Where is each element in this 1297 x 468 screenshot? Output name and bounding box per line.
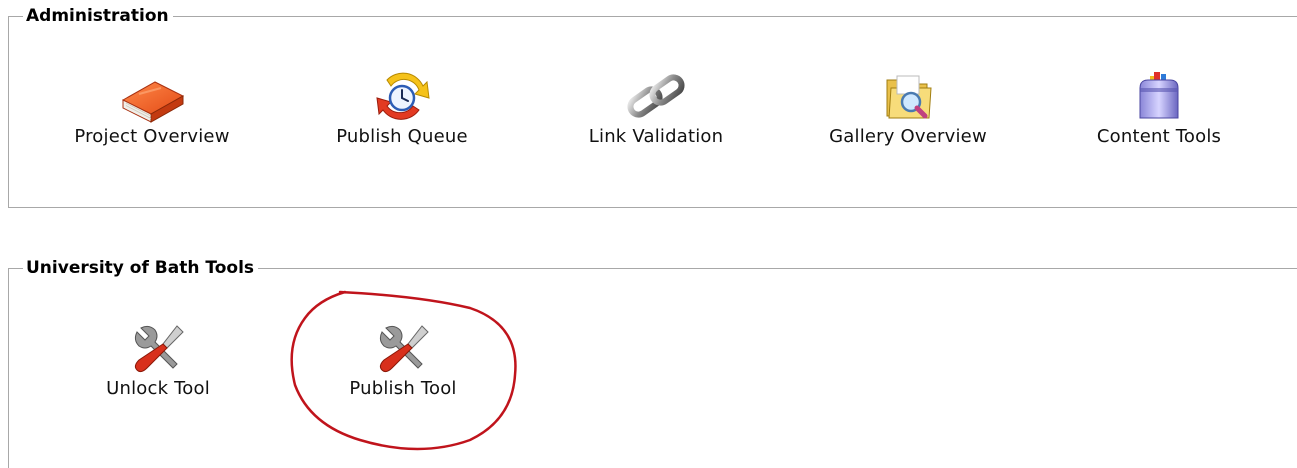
- link-validation-label: Link Validation: [588, 126, 724, 147]
- clock-refresh-icon: [376, 72, 430, 120]
- publish-tool-label: Publish Tool: [349, 378, 457, 399]
- bath-tools-legend: University of Bath Tools: [23, 257, 259, 279]
- gallery-overview-label: Gallery Overview: [829, 126, 987, 147]
- wrench-screwdriver-icon: [379, 325, 429, 373]
- gallery-overview-button[interactable]: Gallery Overview: [808, 66, 1008, 147]
- unlock-tool-button[interactable]: Unlock Tool: [58, 318, 258, 399]
- link-validation-button[interactable]: Link Validation: [556, 66, 756, 147]
- folder-magnifier-icon: [886, 75, 932, 119]
- publish-tool-button[interactable]: Publish Tool: [303, 318, 503, 399]
- toolbox-icon: [1139, 72, 1179, 119]
- book-icon: [121, 81, 185, 123]
- unlock-tool-label: Unlock Tool: [106, 378, 210, 399]
- project-overview-button[interactable]: Project Overview: [52, 66, 252, 147]
- chain-link-icon: [627, 74, 685, 118]
- publish-queue-label: Publish Queue: [336, 126, 468, 147]
- content-tools-button[interactable]: Content Tools: [1059, 66, 1259, 147]
- publish-queue-button[interactable]: Publish Queue: [302, 66, 502, 147]
- project-overview-label: Project Overview: [74, 126, 230, 147]
- administration-legend: Administration: [23, 5, 173, 27]
- wrench-screwdriver-icon: [134, 325, 184, 373]
- content-tools-label: Content Tools: [1096, 126, 1222, 147]
- administration-group-border: [9, 16, 1297, 17]
